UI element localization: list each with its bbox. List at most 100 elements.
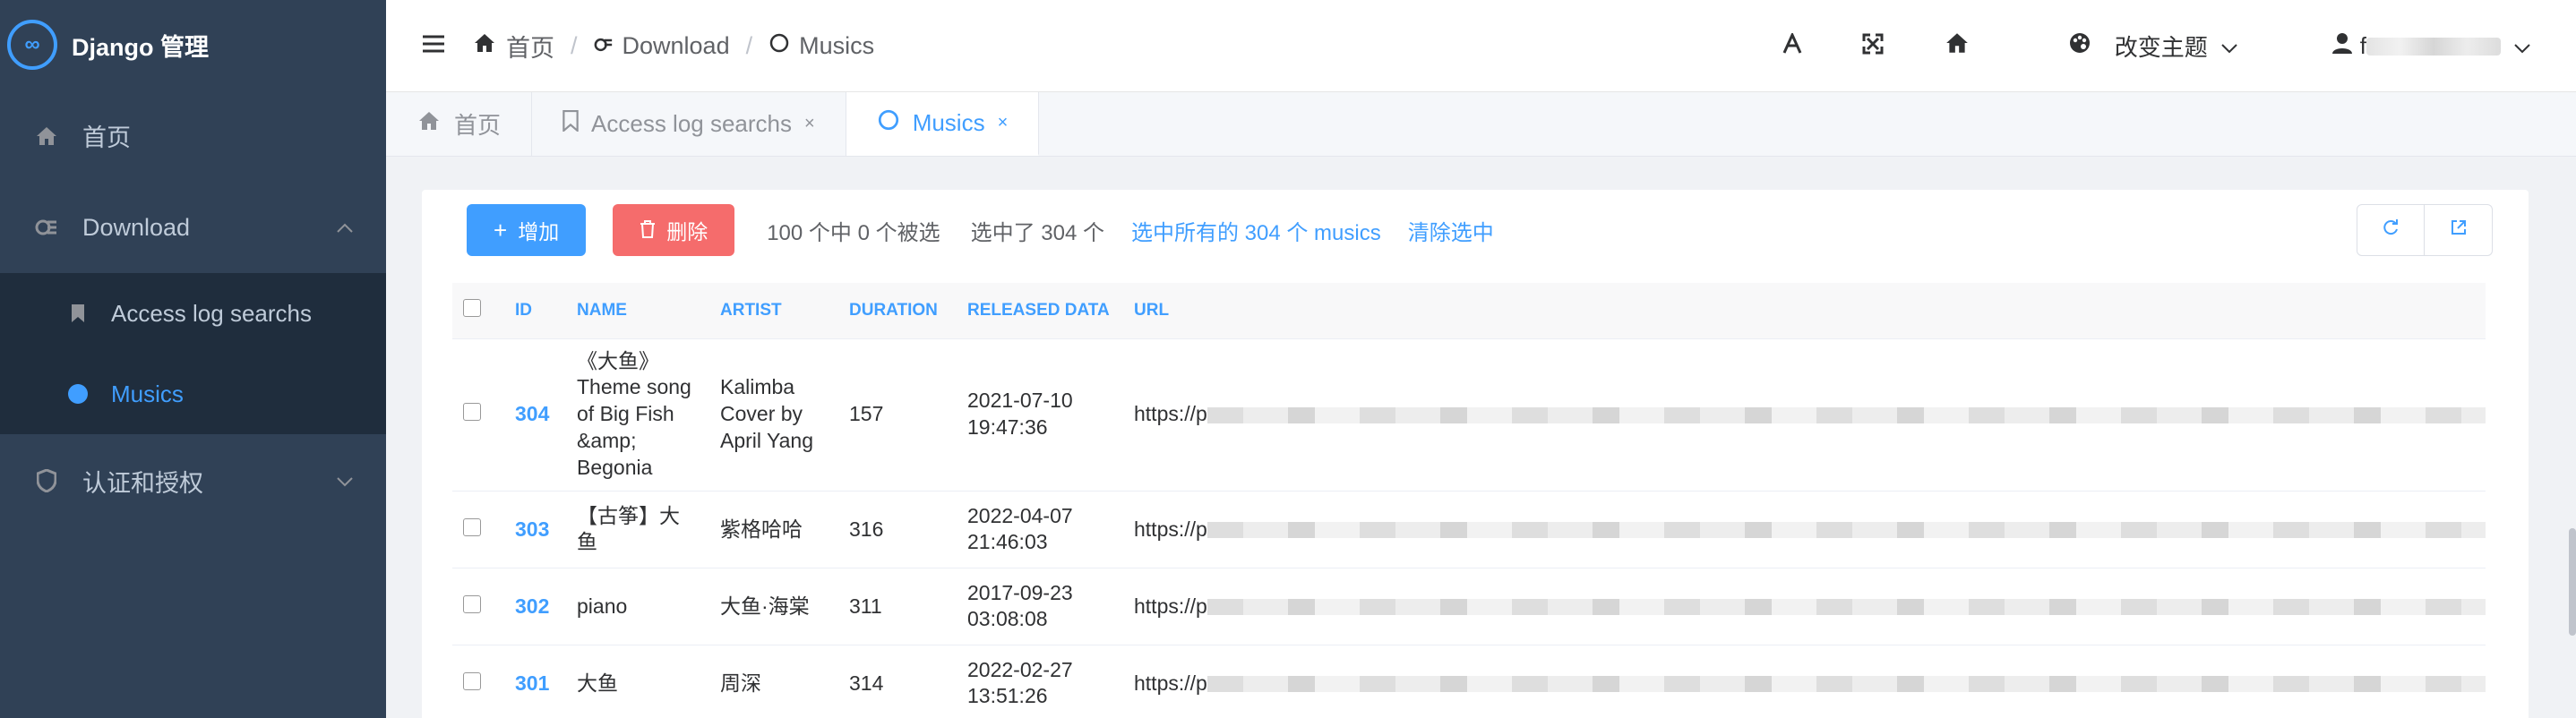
column-header-url[interactable]: URL [1123, 283, 2486, 339]
tab-home[interactable]: 首页 [386, 92, 533, 156]
id-cell: 301 [504, 645, 566, 718]
trash-icon [640, 217, 656, 244]
table-row: 301 大鱼 周深 314 2022-02-27 13:51:26 https:… [452, 645, 2486, 718]
theme-label: 改变主题 [2114, 34, 2208, 61]
tab-label: Musics [912, 109, 985, 136]
row-checkbox-cell [452, 568, 504, 645]
download-icon [34, 215, 59, 240]
close-icon[interactable]: × [804, 114, 815, 134]
home-icon [416, 110, 442, 138]
bookmark-icon [68, 303, 88, 323]
name-cell: 大鱼 [566, 645, 709, 718]
url-cell: https://p [1123, 645, 2486, 718]
add-label: 增加 [518, 220, 560, 244]
artist-cell: 周深 [709, 645, 838, 718]
sidebar-item-access-log-searchs[interactable]: Access log searchs [0, 273, 386, 354]
column-header-duration[interactable]: DURATION [838, 283, 957, 339]
add-button[interactable]: + 增加 [467, 204, 587, 256]
id-cell: 302 [504, 568, 566, 645]
font-size-icon[interactable] [1782, 30, 1803, 61]
download-icon [594, 32, 614, 60]
id-link[interactable]: 302 [515, 594, 549, 618]
row-checkbox[interactable] [463, 517, 481, 536]
circle-icon [877, 108, 900, 138]
hamburger-icon[interactable] [422, 30, 445, 61]
circle-dot-icon [68, 384, 88, 404]
tab-musics[interactable]: Musics × [846, 92, 1040, 156]
id-link[interactable]: 303 [515, 517, 549, 541]
url-cell: https://p [1123, 568, 2486, 645]
sidebar-item-download[interactable]: Download [0, 182, 386, 273]
tab-label: 首页 [454, 112, 502, 139]
sidebar-item-musics[interactable]: Musics [0, 354, 386, 434]
duration-cell: 314 [838, 645, 957, 718]
page-scrollbar[interactable] [2569, 528, 2576, 636]
chevron-down-icon [336, 469, 354, 492]
brand[interactable]: ∞ Django 管理 [0, 0, 386, 90]
chevron-down-icon [2220, 32, 2238, 60]
artist-cell: 紫格哈哈 [709, 491, 838, 568]
sidebar-item-home[interactable]: 首页 [0, 90, 386, 182]
user-icon [2331, 31, 2353, 61]
delete-button[interactable]: 删除 [613, 204, 735, 256]
download-submenu: Access log searchs Musics [0, 273, 386, 434]
breadcrumb-label: Download [622, 31, 730, 59]
table-row: 303 【古筝】大鱼 紫格哈哈 316 2022-04-07 21:46:03 … [452, 491, 2486, 568]
row-checkbox-cell [452, 338, 504, 491]
export-button[interactable] [2425, 204, 2493, 256]
sidebar-item-label: 认证和授权 [82, 469, 203, 497]
tab-bar: 首页 Access log searchs × Musics × [386, 92, 2576, 157]
user-menu[interactable]: f [2331, 31, 2531, 61]
url-text: https://p [1134, 517, 1207, 541]
row-checkbox-cell [452, 645, 504, 718]
fullscreen-icon[interactable] [1862, 32, 1884, 61]
column-header-artist[interactable]: ARTIST [709, 283, 838, 339]
url-blur [1206, 522, 2486, 539]
refresh-icon [2382, 218, 2400, 242]
username-blur [2366, 37, 2501, 56]
palette-icon [2068, 31, 2091, 61]
breadcrumb-separator: / [571, 31, 578, 59]
row-checkbox[interactable] [463, 671, 481, 690]
sidebar-item-auth[interactable]: 认证和授权 [0, 434, 386, 527]
id-cell: 304 [504, 338, 566, 491]
select-all-link[interactable]: 选中所有的 304 个 musics [1131, 215, 1381, 246]
date-cell: 2017-09-23 03:08:08 [957, 568, 1123, 645]
artist-cell: 大鱼·海棠 [709, 568, 838, 645]
breadcrumb-home[interactable]: 首页 [472, 29, 554, 64]
tab-access-log-searchs[interactable]: Access log searchs × [532, 92, 846, 156]
sidebar-item-label: 首页 [82, 124, 131, 151]
column-header-name[interactable]: NAME [566, 283, 709, 339]
header-bar: 首页 / Download / Musics 改变主题 f [386, 0, 2576, 92]
username: f [2359, 32, 2366, 59]
selection-status: 100 个中 0 个被选 [767, 220, 940, 245]
select-all-checkbox[interactable] [463, 298, 481, 317]
clear-selection-link[interactable]: 清除选中 [1408, 215, 1494, 246]
id-link[interactable]: 304 [515, 402, 549, 425]
home-icon[interactable] [1945, 31, 1970, 61]
row-checkbox[interactable] [463, 403, 481, 422]
sidebar-item-label: Download [82, 213, 191, 241]
circle-icon [769, 32, 790, 60]
row-checkbox-cell [452, 491, 504, 568]
duration-cell: 311 [838, 568, 957, 645]
column-header-released-data[interactable]: RELEASED DATA [957, 283, 1123, 339]
select-all-checkbox-cell [452, 283, 504, 339]
row-checkbox[interactable] [463, 594, 481, 613]
duration-cell: 157 [838, 338, 957, 491]
theme-switcher[interactable]: 改变主题 [2068, 30, 2238, 63]
breadcrumb-label: 首页 [506, 34, 554, 62]
id-link[interactable]: 301 [515, 671, 549, 695]
export-icon [2450, 218, 2468, 242]
breadcrumb-download[interactable]: Download [594, 32, 730, 60]
refresh-button[interactable] [2357, 204, 2425, 256]
shield-icon [34, 468, 59, 493]
url-blur [1206, 676, 2486, 693]
plus-icon: + [494, 216, 508, 244]
duration-cell: 316 [838, 491, 957, 568]
close-icon[interactable]: × [998, 113, 1009, 133]
table-row: 304 《大鱼》Theme song of Big Fish &amp; Beg… [452, 338, 2486, 491]
column-header-id[interactable]: ID [504, 283, 566, 339]
url-cell: https://p [1123, 491, 2486, 568]
id-cell: 303 [504, 491, 566, 568]
